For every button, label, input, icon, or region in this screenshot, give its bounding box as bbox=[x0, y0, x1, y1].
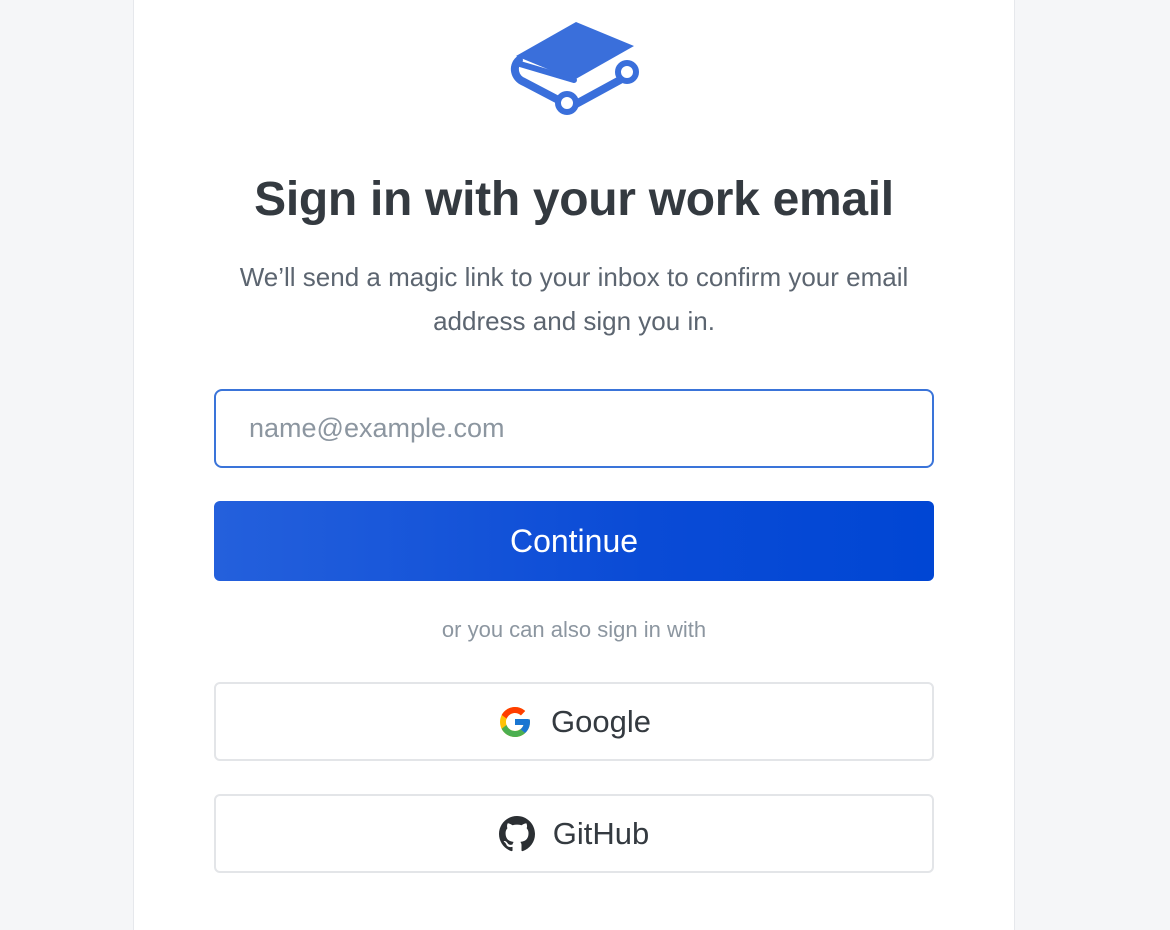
google-sign-in-button[interactable]: Google bbox=[214, 682, 934, 761]
google-button-label: Google bbox=[551, 703, 651, 739]
github-button-label: GitHub bbox=[552, 815, 650, 851]
github-sign-in-button[interactable]: GitHub bbox=[214, 794, 934, 873]
page-subtitle: We’ll send a magic link to your inbox to… bbox=[239, 262, 909, 336]
email-field[interactable] bbox=[214, 389, 934, 468]
page-title: Sign in with your work email bbox=[254, 173, 894, 226]
continue-button[interactable]: Continue bbox=[214, 501, 934, 581]
sign-in-card: Sign in with your work email We’ll send … bbox=[133, 0, 1015, 930]
google-icon bbox=[500, 706, 531, 737]
page: Sign in with your work email We’ll send … bbox=[0, 0, 1170, 930]
github-icon bbox=[498, 815, 535, 851]
book-logo-icon bbox=[510, 22, 639, 115]
alternative-sign-in-text: or you can also sign in with bbox=[441, 617, 707, 642]
